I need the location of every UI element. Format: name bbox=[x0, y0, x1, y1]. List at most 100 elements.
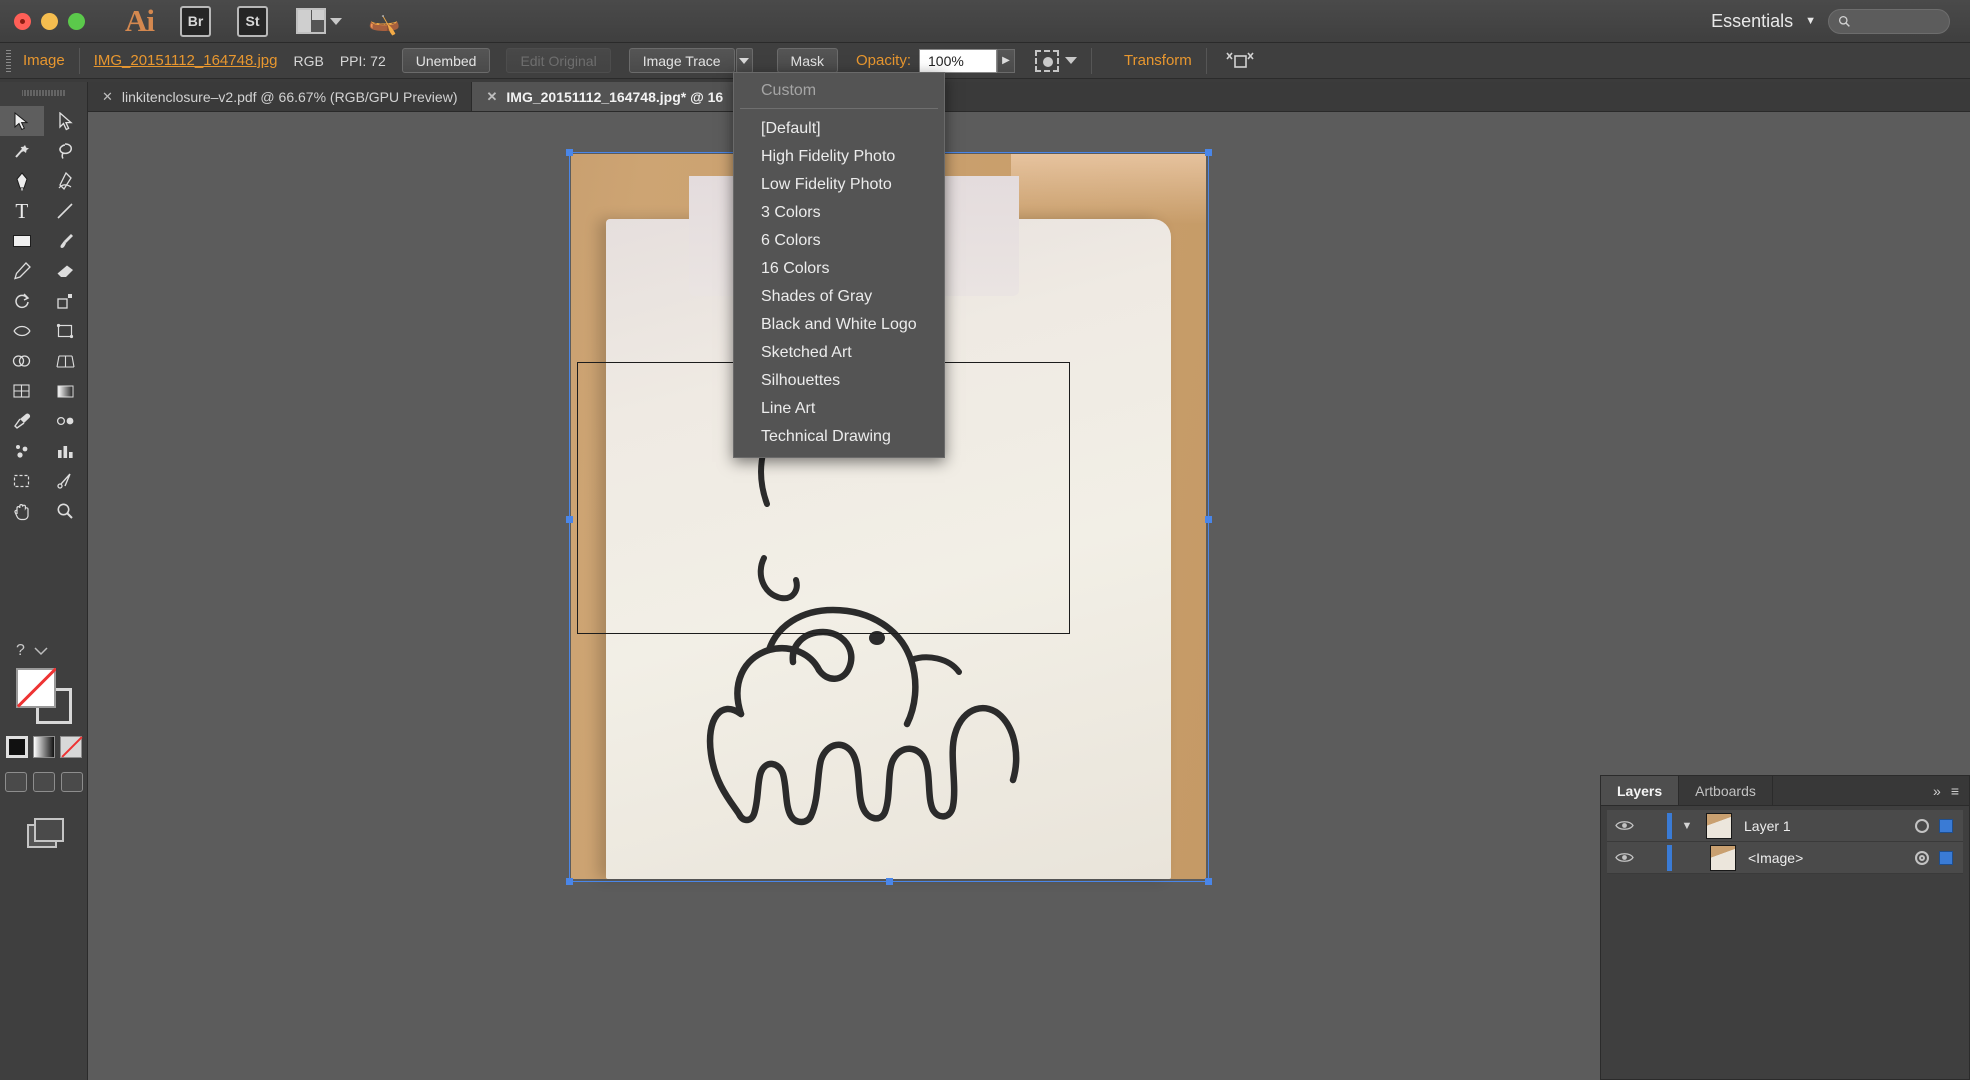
rocket-icon[interactable]: 🛶 bbox=[368, 6, 400, 37]
menu-item-3-colors[interactable]: 3 Colors bbox=[734, 199, 944, 227]
menu-item-6-colors[interactable]: 6 Colors bbox=[734, 227, 944, 255]
tool-eraser-tool[interactable] bbox=[44, 256, 88, 286]
menu-item-shades-of-gray[interactable]: Shades of Gray bbox=[734, 283, 944, 311]
triangle-down-icon[interactable]: ▼ bbox=[1672, 820, 1702, 832]
image-trace-preset-dropdown[interactable] bbox=[735, 48, 753, 73]
double-chevron-right-icon[interactable]: » bbox=[1933, 783, 1941, 799]
tool-slice-tool[interactable] bbox=[44, 466, 88, 496]
menu-item-low-fidelity-photo[interactable]: Low Fidelity Photo bbox=[734, 171, 944, 199]
selection-handle[interactable] bbox=[886, 878, 893, 885]
image-trace-button[interactable]: Image Trace bbox=[628, 48, 735, 73]
tool-zoom-tool[interactable] bbox=[44, 496, 88, 526]
maximize-window-button[interactable] bbox=[68, 12, 85, 30]
draw-inside-mode-button[interactable] bbox=[61, 772, 83, 792]
workspace-switcher[interactable]: Essentials ▼ bbox=[1711, 8, 1950, 34]
tool-width-tool[interactable] bbox=[0, 316, 44, 346]
tool-lasso-tool[interactable] bbox=[44, 136, 88, 166]
bridge-button[interactable]: Br bbox=[180, 5, 211, 37]
arrange-documents-button[interactable] bbox=[296, 8, 342, 34]
tool-scale-tool[interactable] bbox=[44, 286, 88, 316]
target-circle-icon[interactable] bbox=[1915, 818, 1929, 833]
menu-item-16-colors[interactable]: 16 Colors bbox=[734, 255, 944, 283]
eye-icon[interactable] bbox=[1607, 819, 1641, 832]
tool-perspective-grid-tool[interactable] bbox=[44, 346, 88, 376]
tool-pen-tool[interactable] bbox=[0, 166, 44, 196]
tool-pencil-tool[interactable] bbox=[0, 256, 44, 286]
tool-rectangle-tool[interactable] bbox=[0, 226, 44, 256]
unembed-button[interactable]: Unembed bbox=[401, 48, 491, 73]
selection-handle[interactable] bbox=[1205, 516, 1212, 523]
control-bar-grip[interactable] bbox=[6, 49, 11, 72]
tool-column-graph-tool[interactable] bbox=[44, 436, 88, 466]
help-icon[interactable]: ? bbox=[16, 642, 25, 660]
tool-eyedropper-tool[interactable] bbox=[0, 406, 44, 436]
selection-handle[interactable] bbox=[1205, 149, 1212, 156]
workspace-label: Essentials bbox=[1711, 10, 1794, 31]
selection-handle[interactable] bbox=[1205, 878, 1212, 885]
change-screen-mode-button[interactable] bbox=[27, 818, 64, 848]
close-icon[interactable]: ✕ bbox=[486, 89, 497, 105]
menu-item-high-fidelity-photo[interactable]: High Fidelity Photo bbox=[734, 143, 944, 171]
target-circle-double-icon[interactable] bbox=[1915, 850, 1929, 865]
edit-toolbar-icon[interactable] bbox=[31, 643, 51, 659]
document-tab-bar: ✕ linkitenclosure–v2.pdf @ 66.67% (RGB/G… bbox=[88, 82, 1970, 112]
linked-file-link[interactable]: IMG_20151112_164748.jpg bbox=[94, 52, 278, 69]
layer-name[interactable]: <Image> bbox=[1748, 850, 1803, 866]
tool-symbol-sprayer-tool[interactable] bbox=[0, 436, 44, 466]
tab-layers[interactable]: Layers bbox=[1601, 776, 1680, 805]
menu-item-sketched-art[interactable]: Sketched Art bbox=[734, 339, 944, 367]
tool-shape-builder-tool[interactable] bbox=[0, 346, 44, 376]
document-tab-label: IMG_20151112_164748.jpg* @ 16 bbox=[506, 88, 724, 105]
close-window-button[interactable] bbox=[14, 12, 31, 30]
none-swatch-button[interactable] bbox=[60, 736, 82, 758]
opacity-input[interactable]: 100% bbox=[919, 48, 998, 73]
isolate-selected-object-icon[interactable] bbox=[1225, 50, 1255, 72]
transform-link[interactable]: Transform bbox=[1124, 52, 1192, 69]
tool-curvature-tool[interactable] bbox=[44, 166, 88, 196]
chevron-down-icon[interactable] bbox=[1065, 57, 1078, 64]
tool-mesh-tool[interactable] bbox=[0, 376, 44, 406]
opacity-dropdown-button[interactable]: ▶ bbox=[997, 48, 1016, 73]
menu-item-black-and-white-logo[interactable]: Black and White Logo bbox=[734, 311, 944, 339]
tool-blend-tool[interactable] bbox=[44, 406, 88, 436]
eye-icon[interactable] bbox=[1607, 851, 1641, 864]
draw-normal-mode-button[interactable] bbox=[5, 772, 27, 792]
mask-button[interactable]: Mask bbox=[776, 48, 838, 73]
menu-item-line-art[interactable]: Line Art bbox=[734, 395, 944, 423]
tool-rotate-tool[interactable] bbox=[0, 286, 44, 316]
selection-square-icon[interactable] bbox=[1939, 850, 1953, 865]
layers-panel-tabs: Layers Artboards » ≡ bbox=[1601, 776, 1969, 806]
align-to-selection-icon[interactable] bbox=[1035, 49, 1060, 72]
tool-artboard-tool[interactable] bbox=[0, 466, 44, 496]
minimize-window-button[interactable] bbox=[41, 12, 58, 30]
panel-menu-icon[interactable]: ≡ bbox=[1951, 783, 1959, 799]
tool-type-tool[interactable]: T bbox=[0, 196, 44, 226]
selection-square-icon[interactable] bbox=[1939, 818, 1953, 833]
tool-gradient-tool[interactable] bbox=[44, 376, 88, 406]
draw-behind-mode-button[interactable] bbox=[33, 772, 55, 792]
tool-paintbrush-tool[interactable] bbox=[44, 226, 88, 256]
document-tab-1[interactable]: ✕ linkitenclosure–v2.pdf @ 66.67% (RGB/G… bbox=[88, 82, 473, 111]
gradient-swatch-button[interactable] bbox=[33, 736, 55, 758]
search-input[interactable] bbox=[1828, 8, 1950, 34]
document-tab-2[interactable]: ✕ IMG_20151112_164748.jpg* @ 16 bbox=[472, 82, 739, 111]
close-icon[interactable]: ✕ bbox=[102, 89, 113, 105]
stock-button[interactable]: St bbox=[237, 5, 268, 37]
layer-row-layer-1[interactable]: ▼ Layer 1 bbox=[1607, 810, 1963, 842]
tool-hand-tool[interactable] bbox=[0, 496, 44, 526]
menu-item-silhouettes[interactable]: Silhouettes bbox=[734, 367, 944, 395]
tool-direct-selection-tool[interactable] bbox=[44, 106, 88, 136]
color-swatch-button[interactable] bbox=[6, 736, 28, 758]
tool-line-segment-tool[interactable] bbox=[44, 196, 88, 226]
tool-magic-wand-tool[interactable] bbox=[0, 136, 44, 166]
fill-and-stroke[interactable] bbox=[16, 668, 72, 724]
menu-item-default[interactable]: [Default] bbox=[734, 115, 944, 143]
selection-handle[interactable] bbox=[566, 878, 573, 885]
tab-artboards[interactable]: Artboards bbox=[1679, 776, 1773, 805]
layer-name[interactable]: Layer 1 bbox=[1744, 818, 1791, 834]
menu-item-technical-drawing[interactable]: Technical Drawing bbox=[734, 423, 944, 451]
layer-row-image[interactable]: <Image> bbox=[1607, 842, 1963, 874]
tools-panel-grip[interactable] bbox=[21, 86, 66, 100]
tool-selection-tool[interactable] bbox=[0, 106, 44, 136]
tool-free-transform-tool[interactable] bbox=[44, 316, 88, 346]
